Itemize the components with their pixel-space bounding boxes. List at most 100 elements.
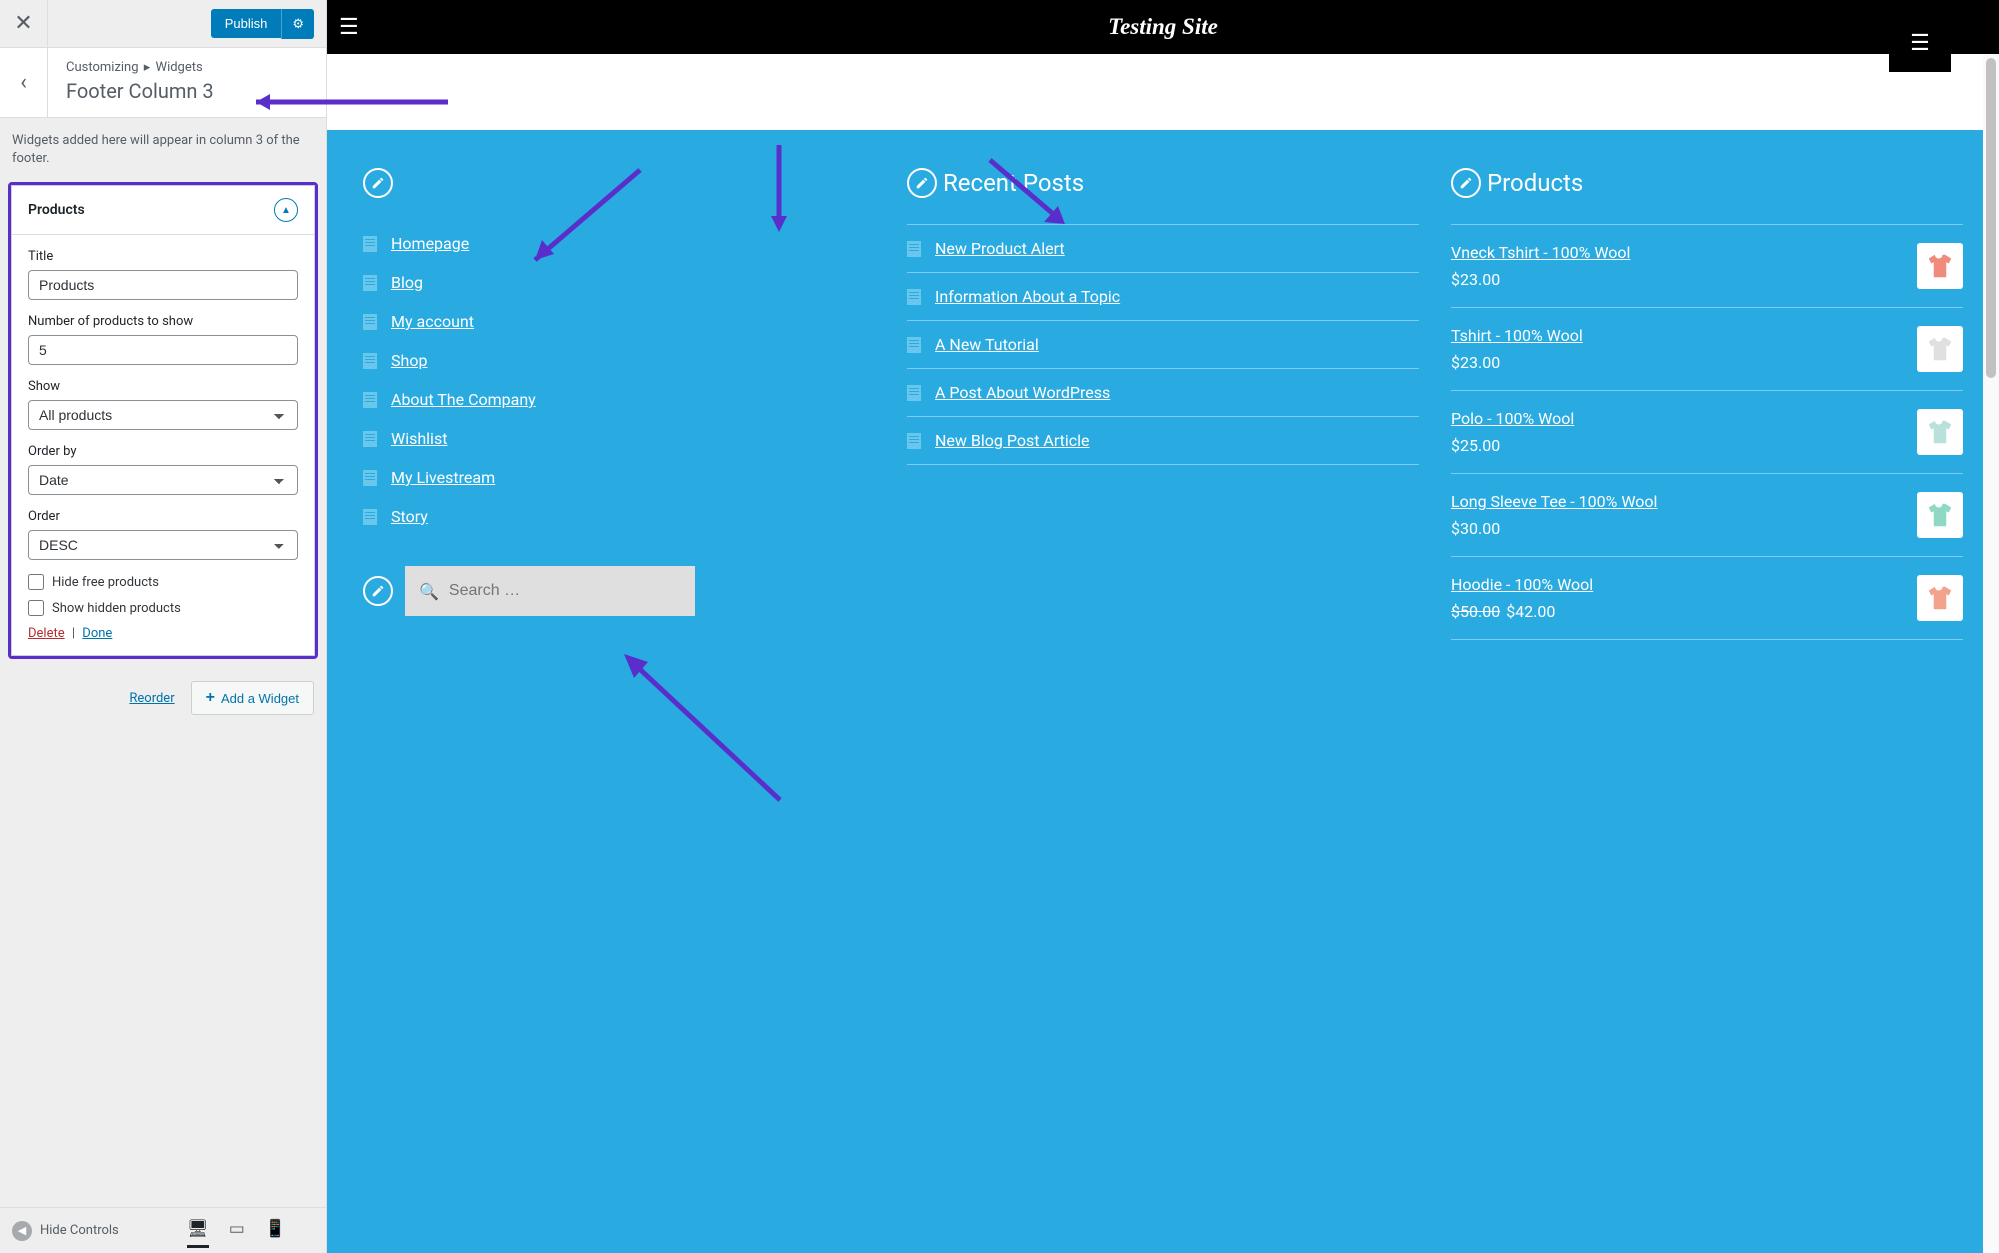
tshirt-icon [1925, 583, 1955, 613]
footer-column-3: Products Vneck Tshirt - 100% Wool$23.00T… [1451, 168, 1963, 640]
search-box[interactable]: 🔍 [405, 566, 695, 616]
widget-actions: Delete | Done [28, 626, 298, 641]
done-link[interactable]: Done [82, 626, 112, 641]
back-button[interactable]: ‹ [0, 48, 48, 117]
scrollbar[interactable] [1983, 54, 1999, 1253]
product-item[interactable]: Long Sleeve Tee - 100% Wool$30.00 [1451, 474, 1963, 557]
device-mobile-icon[interactable]: 📱 [265, 1219, 286, 1242]
product-link[interactable]: Polo - 100% Wool [1451, 409, 1901, 428]
post-link[interactable]: A New Tutorial [935, 335, 1039, 354]
floating-menu-button[interactable]: ☰ [1889, 14, 1951, 72]
delete-link[interactable]: Delete [28, 626, 65, 641]
post-link[interactable]: New Product Alert [935, 239, 1065, 258]
gear-icon: ⚙ [292, 16, 304, 31]
product-link[interactable]: Tshirt - 100% Wool [1451, 326, 1901, 345]
post-item[interactable]: A Post About WordPress [907, 369, 1419, 417]
tshirt-icon [1925, 500, 1955, 530]
search-input[interactable] [449, 582, 681, 600]
customizer-top-bar: ✕ Publish ⚙ [0, 0, 326, 48]
tshirt-icon [1925, 251, 1955, 281]
breadcrumb-root: Customizing [66, 60, 139, 75]
post-item[interactable]: A New Tutorial [907, 321, 1419, 369]
edit-widget-button[interactable] [907, 168, 937, 198]
number-input[interactable] [28, 335, 298, 365]
show-select[interactable]: All products [28, 400, 298, 430]
post-link[interactable]: New Blog Post Article [935, 431, 1090, 450]
site-title: Testing Site [1108, 14, 1218, 40]
hide-free-checkbox[interactable] [28, 574, 44, 590]
nav-menu-item[interactable]: Wishlist [363, 419, 875, 458]
product-price: $23.00 [1451, 270, 1901, 289]
pencil-icon [371, 584, 385, 598]
add-widget-button[interactable]: + Add a Widget [191, 681, 314, 715]
close-icon[interactable]: ✕ [0, 0, 48, 48]
product-info: Tshirt - 100% Wool $23.00 [1451, 326, 1917, 372]
nav-link[interactable]: Shop [391, 351, 427, 370]
device-desktop-icon[interactable]: 🖥 [187, 1219, 209, 1248]
widget-form: Title Number of products to show Show Al… [12, 235, 314, 655]
scrollbar-thumb[interactable] [1986, 58, 1996, 378]
edit-widget-button[interactable] [363, 576, 393, 606]
device-switcher: 🖥 ▭ 📱 [187, 1219, 286, 1242]
section-title: Footer Column 3 [66, 79, 214, 103]
nav-link[interactable]: About The Company [391, 390, 536, 409]
widget-header[interactable]: Products ▲ [12, 186, 314, 235]
post-link[interactable]: A Post About WordPress [935, 383, 1110, 402]
page-icon [363, 470, 377, 486]
title-label: Title [28, 249, 298, 264]
product-item[interactable]: Polo - 100% Wool $25.00 [1451, 391, 1963, 474]
nav-menu-item[interactable]: Story [363, 497, 875, 536]
publish-button[interactable]: Publish [211, 9, 282, 38]
page-icon [363, 353, 377, 369]
product-link[interactable]: Hoodie - 100% Wool [1451, 575, 1901, 594]
product-link[interactable]: Long Sleeve Tee - 100% Wool [1451, 492, 1901, 511]
show-hidden-row[interactable]: Show hidden products [28, 600, 298, 616]
order-select[interactable]: DESC [28, 530, 298, 560]
footer-preview: Homepage Blog My account Shop About The Comp… [327, 130, 1999, 1253]
edit-widget-button[interactable] [1451, 168, 1481, 198]
menu-icon: ☰ [1910, 31, 1930, 56]
post-item[interactable]: Information About a Topic [907, 273, 1419, 321]
nav-menu-item[interactable]: About The Company [363, 380, 875, 419]
menu-icon[interactable]: ☰ [339, 15, 359, 40]
post-link[interactable]: Information About a Topic [935, 287, 1120, 306]
product-info: Long Sleeve Tee - 100% Wool$30.00 [1451, 492, 1917, 538]
collapse-icon[interactable]: ▲ [274, 198, 298, 222]
nav-menu-item[interactable]: Homepage [363, 224, 875, 263]
edit-widget-button[interactable] [363, 168, 393, 198]
product-info: Hoodie - 100% Wool$50.00$42.00 [1451, 575, 1917, 621]
nav-menu-item[interactable]: My Livestream [363, 458, 875, 497]
nav-link[interactable]: My Livestream [391, 468, 495, 487]
show-hidden-checkbox[interactable] [28, 600, 44, 616]
product-price: $25.00 [1451, 436, 1901, 455]
product-item[interactable]: Tshirt - 100% Wool $23.00 [1451, 308, 1963, 391]
nav-link[interactable]: My account [391, 312, 474, 331]
nav-link[interactable]: Wishlist [391, 429, 447, 448]
orderby-select[interactable]: Date [28, 465, 298, 495]
nav-menu-item[interactable]: My account [363, 302, 875, 341]
widget-products: Products ▲ Title Number of products to s… [8, 182, 318, 659]
device-tablet-icon[interactable]: ▭ [229, 1219, 245, 1242]
products-list: Vneck Tshirt - 100% Wool$23.00Tshirt - 1… [1451, 224, 1963, 640]
product-item[interactable]: Hoodie - 100% Wool$50.00$42.00 [1451, 557, 1963, 640]
nav-link[interactable]: Blog [391, 273, 423, 292]
site-header: ☰ Testing Site [327, 0, 1999, 54]
nav-link[interactable]: Homepage [391, 234, 469, 253]
post-item[interactable]: New Blog Post Article [907, 417, 1419, 465]
product-thumbnail [1917, 409, 1963, 455]
page-icon [363, 314, 377, 330]
product-price: $23.00 [1451, 353, 1901, 372]
site-preview: ☰ Testing Site ☰ Homepage Blog My account S… [327, 0, 1999, 1253]
hide-controls-button[interactable]: ◀ Hide Controls [12, 1221, 119, 1241]
nav-link[interactable]: Story [391, 507, 428, 526]
product-link[interactable]: Vneck Tshirt - 100% Wool [1451, 243, 1901, 262]
footer-column-2: Recent Posts New Product AlertInformatio… [907, 168, 1419, 465]
post-item[interactable]: New Product Alert [907, 225, 1419, 273]
nav-menu-item[interactable]: Shop [363, 341, 875, 380]
nav-menu-item[interactable]: Blog [363, 263, 875, 302]
product-item[interactable]: Vneck Tshirt - 100% Wool $23.00 [1451, 224, 1963, 308]
title-input[interactable] [28, 270, 298, 300]
reorder-link[interactable]: Reorder [129, 691, 174, 706]
publish-settings-button[interactable]: ⚙ [281, 9, 314, 39]
hide-free-row[interactable]: Hide free products [28, 574, 298, 590]
